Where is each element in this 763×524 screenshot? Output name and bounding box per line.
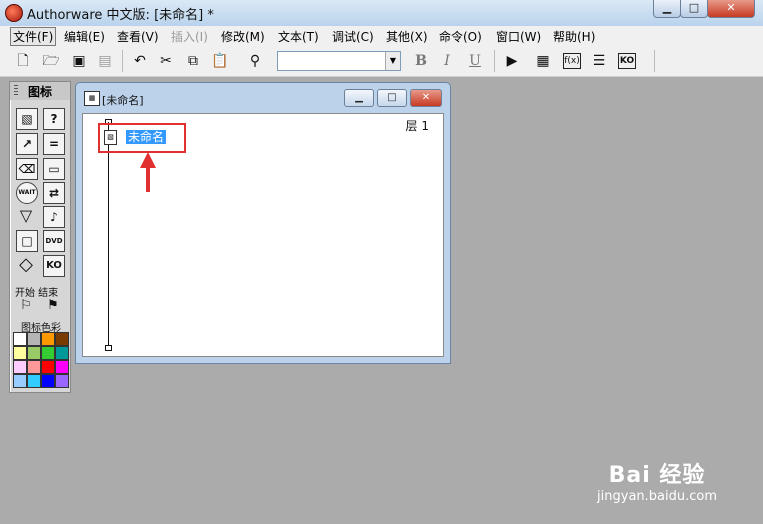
control-panel-icon[interactable]: ▦ xyxy=(533,51,553,71)
icon-color-swatch[interactable] xyxy=(27,360,41,374)
menu-other[interactable]: 其他(X) xyxy=(384,28,430,45)
icon-color-swatch[interactable] xyxy=(41,346,55,360)
menu-modify[interactable]: 修改(M) xyxy=(219,28,267,45)
arrow-up-icon xyxy=(140,152,156,192)
open-folder-icon[interactable]: 🗁 xyxy=(41,51,61,71)
icon-color-swatch[interactable] xyxy=(13,374,27,388)
navigate-icon[interactable]: ⇄ xyxy=(43,182,65,204)
italic-button[interactable]: I xyxy=(437,51,457,71)
menu-edit[interactable]: 编辑(E) xyxy=(62,28,107,45)
icon-color-swatch[interactable] xyxy=(13,360,27,374)
icon-color-swatch[interactable] xyxy=(27,332,41,346)
framework-icon[interactable]: ▽ xyxy=(16,206,36,226)
flowline-end-marker xyxy=(105,345,112,351)
save-all-icon[interactable]: ▣ xyxy=(69,51,89,71)
minimize-button[interactable]: ▁ xyxy=(653,0,681,18)
variables-icon[interactable]: ☰ xyxy=(589,51,609,71)
chevron-down-icon[interactable]: ▼ xyxy=(385,52,400,70)
toolbar-separator xyxy=(654,50,655,72)
decision-icon[interactable]: ? xyxy=(43,108,65,130)
authorware-app-icon xyxy=(5,4,23,22)
menu-debug[interactable]: 调试(C) xyxy=(330,28,376,45)
close-button[interactable]: ✕ xyxy=(707,0,755,18)
start-flag-icon[interactable]: ⚐ xyxy=(16,296,36,316)
knowledge-object-icon[interactable]: KO xyxy=(43,255,65,277)
group-icon[interactable]: ◇ xyxy=(16,255,36,275)
icon-color-swatch[interactable] xyxy=(55,360,69,374)
design-window: ▦ [未命名] ▁ □ ✕ 层 1 ▧ 未命名 xyxy=(75,82,451,364)
highlight-box xyxy=(98,123,186,153)
paste-icon[interactable]: 📋 xyxy=(210,51,230,71)
window-title: Authorware 中文版: [未命名] * xyxy=(27,8,214,23)
icon-color-swatch[interactable] xyxy=(27,346,41,360)
copy-icon[interactable]: ⧉ xyxy=(183,51,203,71)
menu-text[interactable]: 文本(T) xyxy=(276,28,321,45)
import-icon[interactable]: ▤ xyxy=(95,51,115,71)
icon-color-swatch[interactable] xyxy=(13,346,27,360)
watermark-url: jingyan.baidu.com xyxy=(597,489,717,504)
menu-file[interactable]: 文件(F) xyxy=(10,27,57,46)
functions-button[interactable]: f(x) xyxy=(563,53,581,69)
icon-color-swatch[interactable] xyxy=(27,374,41,388)
calculation-icon[interactable]: = xyxy=(43,133,65,155)
new-file-icon[interactable]: 🗋 xyxy=(13,51,33,71)
palette-title-bar[interactable]: 图标 xyxy=(10,82,70,100)
video-icon[interactable]: DVD xyxy=(43,230,65,252)
design-minimize-button[interactable]: ▁ xyxy=(344,89,374,107)
bold-button[interactable]: B xyxy=(411,51,431,71)
knowledge-objects-button[interactable]: KO xyxy=(618,53,636,69)
underline-button[interactable]: U xyxy=(465,51,485,71)
menu-bar: 文件(F) 编辑(E) 查看(V) 插入(I) 修改(M) 文本(T) 调试(C… xyxy=(0,26,763,47)
icon-color-swatch[interactable] xyxy=(41,332,55,346)
motion-icon[interactable]: ↗ xyxy=(16,133,38,155)
find-icon[interactable]: ⚲ xyxy=(245,51,265,71)
baidu-jingyan-watermark: Bai 经验 jingyan.baidu.com xyxy=(597,457,717,504)
icon-color-swatch[interactable] xyxy=(41,374,55,388)
watermark-logo: Bai 经验 xyxy=(608,463,706,488)
icon-color-swatch[interactable] xyxy=(55,374,69,388)
undo-icon[interactable]: ↶ xyxy=(130,51,150,71)
flowline-canvas[interactable]: 层 1 ▧ 未命名 xyxy=(82,113,444,357)
title-bar: Authorware 中文版: [未命名] * ▁ □ ✕ xyxy=(0,0,763,27)
menu-view[interactable]: 查看(V) xyxy=(115,28,161,45)
design-maximize-button[interactable]: □ xyxy=(377,89,407,107)
interaction-icon[interactable]: □ xyxy=(16,230,38,252)
maximize-button[interactable]: □ xyxy=(680,0,708,18)
menu-command[interactable]: 命令(O) xyxy=(437,28,484,45)
wait-icon[interactable]: WAIT xyxy=(16,182,38,204)
erase-icon[interactable]: ⌫ xyxy=(16,158,38,180)
icon-color-swatch[interactable] xyxy=(55,346,69,360)
flowline xyxy=(108,122,109,348)
palette-title: 图标 xyxy=(28,85,53,99)
toolbar-separator xyxy=(122,50,123,72)
layer-label: 层 1 xyxy=(405,119,429,133)
sound-icon[interactable]: ♪ xyxy=(43,206,65,228)
menu-insert[interactable]: 插入(I) xyxy=(169,28,210,45)
cut-icon[interactable]: ✂ xyxy=(156,51,176,71)
grip-handle-icon[interactable] xyxy=(14,85,18,97)
toolbar-separator xyxy=(494,50,495,72)
icon-color-swatch[interactable] xyxy=(13,332,27,346)
icon-color-swatch[interactable] xyxy=(55,332,69,346)
menu-help[interactable]: 帮助(H) xyxy=(551,28,597,45)
end-flag-icon[interactable]: ⚑ xyxy=(43,296,63,316)
font-selector[interactable]: ▼ xyxy=(277,51,401,71)
design-close-button[interactable]: ✕ xyxy=(410,89,442,107)
icon-color-swatch[interactable] xyxy=(41,360,55,374)
flowline-window-icon: ▦ xyxy=(84,91,100,106)
display-icon[interactable]: ▧ xyxy=(16,108,38,130)
restart-icon[interactable]: ▶ xyxy=(502,51,522,71)
movie-icon[interactable]: ▭ xyxy=(43,158,65,180)
design-window-title: [未命名] xyxy=(102,94,144,107)
icon-palette: 图标 ▧ ? ↗ = ⌫ ▭ WAIT ⇄ ▽ ♪ □ DVD ◇ KO 开始 … xyxy=(9,81,71,393)
menu-window[interactable]: 窗口(W) xyxy=(494,28,543,45)
